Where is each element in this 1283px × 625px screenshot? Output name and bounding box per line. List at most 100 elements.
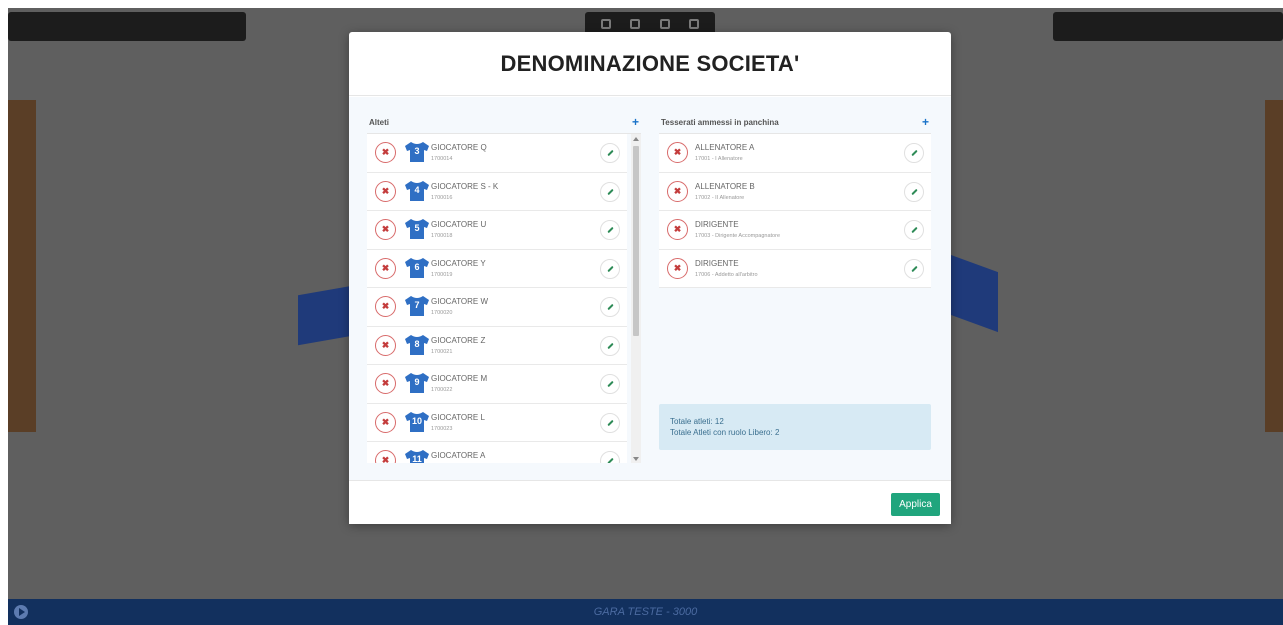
athlete-name: GIOCATORE L [431,412,485,422]
top-right-bar [1053,12,1283,41]
bench-row[interactable]: ✖ ALLENATORE A 17001 - I Allenatore [659,134,931,173]
edit-pencil-icon[interactable] [600,220,620,240]
bench-member-detail: 17003 - Dirigente Accompagnatore [695,233,780,239]
athlete-row[interactable]: ✖ 5 GIOCATORE U 1700018 [367,211,627,250]
shirt-number: 6 [414,261,420,272]
top-left-bar [8,12,246,41]
athletes-list: ✖ 3 GIOCATORE Q 1700014 ✖ 4 GIOCATORE S - K 170… [367,134,627,463]
control-icon[interactable] [600,19,611,29]
court-edge-right [948,253,998,333]
athlete-code: 1700016 [431,194,453,201]
athlete-name: GIOCATORE U [431,220,487,229]
shirt-icon: 3 [404,141,430,163]
athlete-code: 1700021 [431,348,453,355]
remove-icon[interactable]: ✖ [667,257,688,279]
athlete-row[interactable]: ✖ 6 GIOCATORE Y 1700019 [367,249,627,288]
shirt-number: 4 [414,184,420,195]
modal-footer: Applica [349,480,951,524]
edit-pencil-icon[interactable] [600,143,620,163]
bench-member-name: ALLENATORE A [695,143,755,152]
edit-pencil-icon[interactable] [600,181,620,202]
edit-pencil-icon[interactable] [600,412,620,433]
shirt-icon: 10 [404,411,430,433]
shirt-icon: 11 [404,449,430,463]
athlete-name: GIOCATORE Z [431,335,486,345]
shirt-icon: 4 [404,180,430,202]
remove-icon[interactable]: ✖ [667,142,688,163]
edit-pencil-icon[interactable] [600,297,620,317]
remove-icon[interactable]: ✖ [375,450,396,463]
remove-icon[interactable]: ✖ [375,257,396,279]
remove-icon[interactable]: ✖ [375,219,396,240]
remove-icon[interactable]: ✖ [375,180,396,202]
bench-row[interactable]: ✖ DIRIGENTE 17003 - Dirigente Accompagnato… [659,211,931,250]
team-modal: DENOMINAZIONE SOCIETA' Alteti + ✖ 3 GIOCAT… [349,32,951,524]
athletes-scrollbar[interactable] [631,134,641,463]
edit-pencil-icon[interactable] [600,258,620,279]
total-athletes: Totale atleti: 12 [670,417,724,426]
athlete-name: GIOCATORE S - K [431,181,499,191]
scroll-up-icon[interactable] [633,137,639,141]
athlete-name: GIOCATORE W [431,297,489,306]
athlete-code: 1700018 [431,233,453,239]
bench-row[interactable]: ✖ ALLENATORE B 17002 - II Allenatore [659,172,931,211]
modal-header: DENOMINAZIONE SOCIETA' [349,32,951,96]
right-side-panel [1265,100,1283,432]
shirt-icon: 5 [404,218,430,240]
athlete-name: GIOCATORE Q [431,143,487,152]
edit-pencil-icon[interactable] [904,143,924,163]
bench-header: Tesserati ammessi in panchina + [659,115,931,129]
remove-icon[interactable]: ✖ [667,219,688,240]
athletes-list-container: ✖ 3 GIOCATORE Q 1700014 ✖ 4 GIOCATORE S - K 170… [367,133,641,463]
summary-box: Totale atleti: 12 Totale Atleti con ruol… [659,404,931,450]
remove-icon[interactable]: ✖ [375,373,396,394]
control-icon[interactable] [630,19,641,29]
athlete-row[interactable]: ✖11GIOCATORE A1700024 [367,442,627,463]
shirt-number: 11 [412,454,422,463]
athlete-row[interactable]: ✖ 4 GIOCATORE S - K 1700016 [367,172,627,211]
remove-icon[interactable]: ✖ [375,411,396,433]
scroll-down-icon[interactable] [633,457,639,461]
athletes-header: Alteti + [367,115,641,129]
shirt-number: 8 [414,338,420,349]
bench-member-detail: 17006 - Addetto all'arbitro [695,271,758,278]
edit-pencil-icon[interactable] [600,374,620,394]
athlete-row[interactable]: ✖ 9 GIOCATORE M 1700022 [367,365,627,404]
edit-pencil-icon[interactable] [904,181,924,202]
control-icon[interactable] [689,19,700,29]
shirt-number: 10 [411,415,422,426]
edit-pencil-icon[interactable] [600,335,620,356]
add-athlete-plus-icon[interactable]: + [632,116,639,128]
edit-pencil-icon[interactable] [904,258,924,279]
bottom-bar: GARA TESTE - 3000 [8,599,1283,625]
athlete-row[interactable]: ✖ 8 GIOCATORE Z 1700021 [367,326,627,365]
bench-member-detail: 17001 - I Allenatore [695,156,743,162]
bench-column: Tesserati ammessi in panchina + ✖ ALLENAT… [659,115,931,288]
bench-list-container: ✖ ALLENATORE A 17001 - I Allenatore ✖ ALLENA… [659,133,931,288]
edit-pencil-icon[interactable] [904,220,924,240]
play-icon[interactable] [14,605,28,619]
athlete-row[interactable]: ✖ 7 GIOCATORE W 1700020 [367,288,627,327]
scroll-thumb[interactable] [633,146,639,336]
control-icon[interactable] [659,19,670,29]
athlete-row[interactable]: ✖ 10 GIOCATORE L 1700023 [367,403,627,442]
bench-row[interactable]: ✖ DIRIGENTE 17006 - Addetto all'arbitro [659,249,931,288]
apply-button[interactable]: Applica [891,493,940,516]
shirt-number: 7 [414,300,420,310]
edit-pencil-icon[interactable] [600,451,620,463]
bench-member-name: ALLENATORE B [695,181,755,191]
athlete-row[interactable]: ✖ 3 GIOCATORE Q 1700014 [367,134,627,173]
bench-member-name: DIRIGENTE [695,258,739,268]
add-bench-plus-icon[interactable]: + [922,116,929,128]
athlete-code: 1700022 [431,387,453,393]
remove-icon[interactable]: ✖ [375,334,396,356]
remove-icon[interactable]: ✖ [375,142,396,163]
remove-icon[interactable]: ✖ [375,296,396,317]
athlete-name: GIOCATORE A [431,451,486,460]
athletes-column: Alteti + ✖ 3 GIOCATORE Q 1700014 ✖ 4 GIOCATORE… [367,115,641,463]
bench-title: Tesserati ammessi in panchina [661,117,779,127]
shirt-icon: 6 [404,257,430,279]
shirt-icon: 7 [404,295,430,317]
remove-icon[interactable]: ✖ [667,180,688,202]
shirt-number: 5 [414,223,420,233]
